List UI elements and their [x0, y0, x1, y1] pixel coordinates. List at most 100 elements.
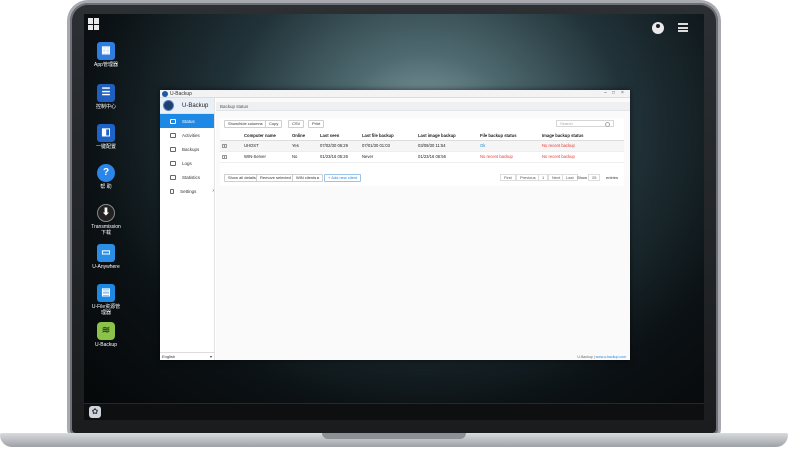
- csv-button[interactable]: CSV: [288, 120, 305, 128]
- footer-link[interactable]: www.u-backup.com: [596, 355, 626, 359]
- desktop-icon-control-center[interactable]: ☰ 控制中心: [90, 84, 122, 110]
- u-anywhere-icon: ▭: [97, 244, 115, 262]
- desktop-icon-quick-config[interactable]: ◧ 一键配置: [90, 124, 122, 150]
- sidebar-brand: U-Backup: [160, 98, 214, 114]
- show-all-details-button[interactable]: Show all details: [224, 174, 260, 182]
- cell-online: No: [290, 151, 318, 163]
- minimize-button[interactable]: –: [604, 90, 607, 97]
- sidebar-item-settings[interactable]: Settings ›: [160, 184, 214, 198]
- window-titlebar: U-Backup – □ ×: [160, 90, 630, 98]
- table-header-row: Computer name Online Last seen Last file…: [220, 132, 624, 141]
- first-page-button[interactable]: First: [500, 174, 516, 181]
- column-header[interactable]: Last image backup: [416, 132, 478, 141]
- desktop-icon-u-file[interactable]: ▤ U-File资源管理器: [90, 284, 122, 316]
- expand-icon: ▾: [222, 155, 227, 159]
- control-center-icon: ☰: [97, 84, 115, 102]
- row-expander[interactable]: ▾: [220, 151, 242, 163]
- cell-computer-name: WIN-Server: [242, 151, 290, 163]
- cell-last-file-backup: 07/01/30 01:03: [360, 140, 416, 152]
- show-hide-columns-button[interactable]: Show/hide columns: [224, 120, 267, 128]
- start-logo-icon[interactable]: ✿: [89, 406, 101, 418]
- language-select[interactable]: English ▾: [160, 352, 215, 360]
- expand-icon: ▾: [222, 144, 227, 148]
- sidebar: U-Backup Status Activities Backups Logs …: [160, 98, 215, 360]
- transmission-icon: ⬇: [97, 204, 115, 222]
- chevron-right-icon: ›: [212, 188, 214, 194]
- desktop-icon-u-backup[interactable]: ≋ U-Backup: [90, 322, 122, 348]
- desktop-icon-label: 控制中心: [95, 104, 116, 110]
- column-header[interactable]: File backup status: [478, 132, 540, 141]
- column-header[interactable]: Image backup status: [540, 132, 624, 141]
- desktop-icon-u-anywhere[interactable]: ▭ U-Anywhere: [90, 244, 122, 270]
- help-icon: ?: [97, 164, 115, 182]
- sidebar-item-activities[interactable]: Activities: [160, 128, 214, 142]
- backups-icon: [170, 146, 176, 152]
- logs-icon: [170, 160, 176, 166]
- cell-image-backup-status: No recent backup: [540, 140, 624, 152]
- column-header[interactable]: Last seen: [318, 132, 360, 141]
- desktop-icon-label: U-Anywhere: [92, 264, 120, 270]
- last-page-button[interactable]: Last: [562, 174, 578, 181]
- desktop-icon-label: 一键配置: [95, 144, 116, 150]
- status-panel: Show/hide columns Copy CSV Print Search …: [220, 118, 624, 186]
- quick-config-icon: ◧: [97, 124, 115, 142]
- cell-online: Yes: [290, 140, 318, 152]
- u-file-icon: ▤: [97, 284, 115, 302]
- desktop-icon-app-manager[interactable]: ▦ App管理器: [90, 42, 122, 68]
- cell-last-seen: 01/23/16 05:26: [318, 151, 360, 163]
- app-logo-icon: [162, 91, 168, 97]
- print-button[interactable]: Print: [308, 120, 325, 128]
- column-header[interactable]: Last file backup: [360, 132, 416, 141]
- close-button[interactable]: ×: [621, 90, 624, 97]
- apps-grid-icon[interactable]: [88, 18, 100, 30]
- row-expander[interactable]: ▾: [220, 140, 242, 152]
- u-backup-icon: ≋: [97, 322, 115, 340]
- cell-last-seen: 07/02/30 06:29: [318, 140, 360, 152]
- cell-file-backup-status: Ok: [478, 140, 540, 152]
- window-title: U-Backup: [170, 91, 192, 97]
- page-1-button[interactable]: 1: [538, 174, 549, 181]
- column-header[interactable]: Computer name: [242, 132, 290, 141]
- win-clients-button[interactable]: WIN clients ▸: [292, 174, 324, 182]
- language-value: English: [162, 354, 176, 359]
- desktop-icon-label: 帮 助: [100, 184, 112, 190]
- sidebar-item-label: Backups: [182, 146, 200, 152]
- cell-last-image-backup: 03/09/30 11:54: [416, 140, 478, 152]
- sidebar-item-backups[interactable]: Backups: [160, 142, 214, 156]
- menu-icon[interactable]: [678, 23, 688, 32]
- desktop-icon-label: U-Backup: [95, 342, 117, 348]
- maximize-button[interactable]: □: [612, 90, 615, 97]
- cell-file-backup-status: No recent backup: [478, 151, 540, 163]
- desktop-icon-label: U-File资源管理器: [91, 304, 121, 316]
- chevron-down-icon: ▾: [209, 354, 212, 359]
- desktop-topbar: [84, 14, 704, 34]
- show-label: Show: [577, 175, 588, 180]
- desktop-icon-label: Transmission 下载: [91, 224, 121, 236]
- desktop-icon-label: App管理器: [94, 62, 118, 68]
- column-header[interactable]: [220, 132, 242, 141]
- copy-button[interactable]: Copy: [265, 120, 283, 128]
- activities-icon: [170, 132, 176, 138]
- column-header[interactable]: Online: [290, 132, 318, 141]
- cell-last-file-backup: Never: [360, 151, 416, 163]
- table-row[interactable]: ▾ UHOST Yes 07/02/30 06:29 07/01/30 01:0…: [220, 140, 624, 152]
- remove-selected-button[interactable]: Remove selected: [256, 174, 295, 182]
- page-size-select[interactable]: 25: [588, 174, 601, 181]
- user-icon[interactable]: [652, 22, 664, 34]
- table-row[interactable]: ▾ WIN-Server No 01/23/16 05:26 Never 01/…: [220, 151, 624, 163]
- desktop-icon-help[interactable]: ? 帮 助: [90, 164, 122, 190]
- laptop-notch: [322, 433, 466, 439]
- search-input[interactable]: Search: [556, 120, 614, 127]
- sidebar-item-status[interactable]: Status: [160, 114, 214, 128]
- previous-page-button[interactable]: Previous: [516, 174, 540, 181]
- sidebar-item-logs[interactable]: Logs: [160, 156, 214, 170]
- sidebar-item-label: Activities: [182, 132, 200, 138]
- sidebar-item-statistics[interactable]: Statistics: [160, 170, 214, 184]
- desktop-icon-transmission[interactable]: ⬇ Transmission 下载: [90, 204, 122, 236]
- add-new-client-button[interactable]: + Add new client: [324, 174, 362, 182]
- cell-image-backup-status: No recent backup: [540, 151, 624, 163]
- taskbar: ✿: [84, 403, 704, 420]
- backup-status-table: Computer name Online Last seen Last file…: [220, 132, 624, 163]
- sidebar-item-label: Statistics: [182, 174, 201, 180]
- entries-label: entries: [606, 175, 619, 180]
